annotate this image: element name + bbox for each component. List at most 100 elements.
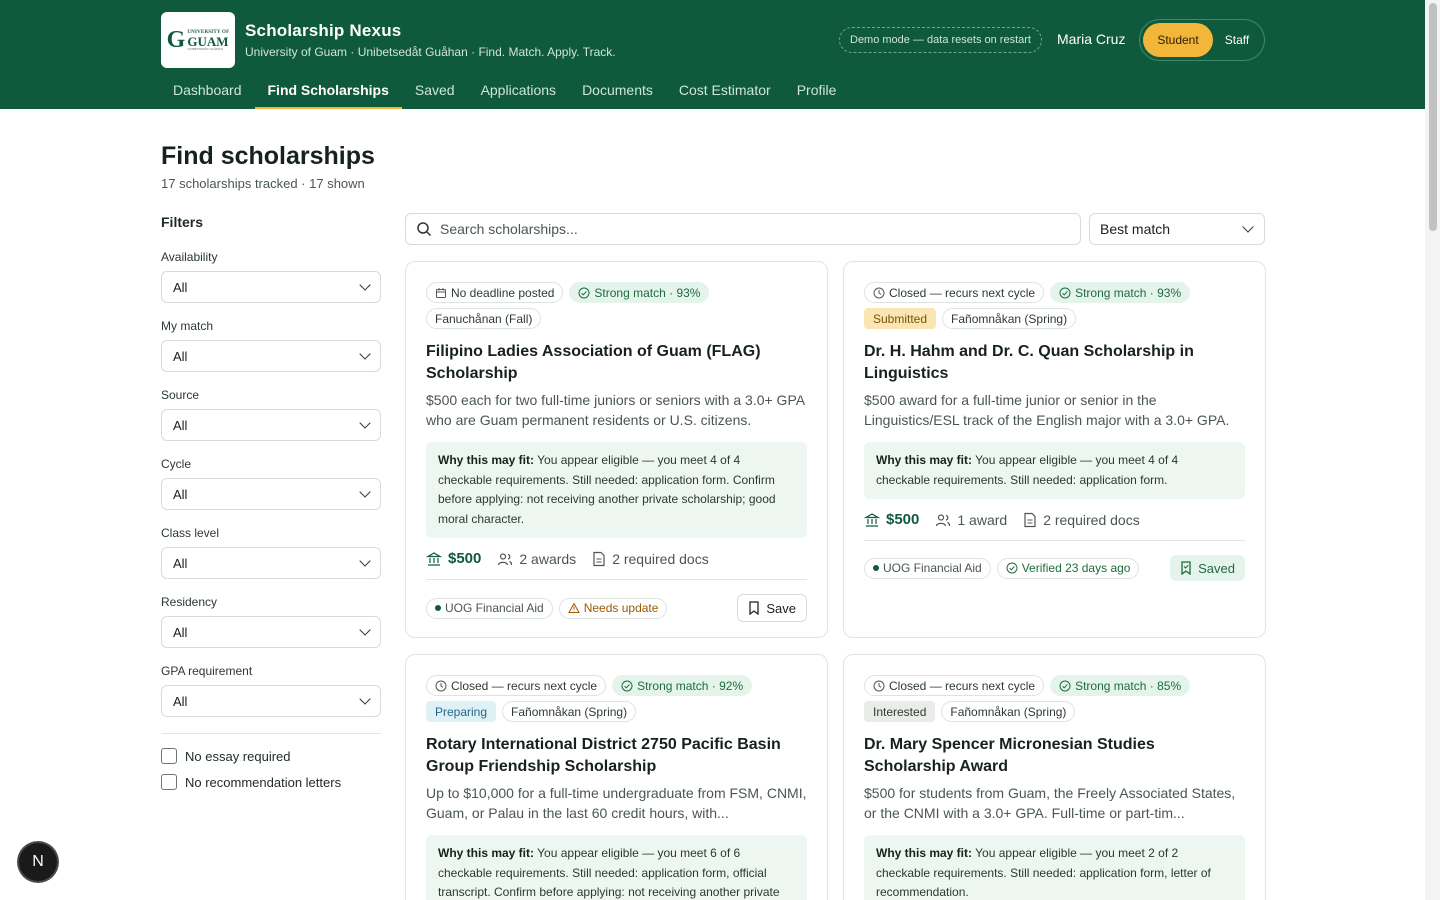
deadline-text: Closed — recurs next cycle — [889, 285, 1036, 300]
role-staff-button[interactable]: Staff — [1213, 23, 1261, 57]
bank-icon — [426, 551, 442, 566]
scholarship-description: $500 each for two full-time juniors or s… — [426, 392, 805, 428]
university-logo[interactable]: G UNIVERSITY OF GUAM UNIBETSEDÅT GUÅHAN — [161, 12, 235, 68]
nav-dashboard[interactable]: Dashboard — [160, 70, 255, 109]
search-input[interactable]: Search scholarships... — [405, 213, 1081, 245]
nav-saved[interactable]: Saved — [402, 70, 468, 109]
filter-divider — [161, 733, 381, 734]
deadline-badge: Closed — recurs next cycle — [426, 675, 607, 696]
select-value: All — [173, 693, 188, 709]
gpa-select[interactable]: All — [161, 685, 381, 717]
why-fit-box: Why this may fit: You appear eligible — … — [864, 442, 1245, 499]
scholarship-card[interactable]: Closed — recurs next cycle Strong match … — [405, 654, 828, 900]
awards-value: 2 awards — [519, 550, 577, 567]
match-badge: Strong match · 92% — [612, 675, 753, 696]
app-title: Scholarship Nexus — [245, 21, 402, 40]
filters-panel: Filters Availability All My match All So… — [161, 214, 381, 800]
cycle-badge: Fañomnåkan (Spring) — [942, 308, 1077, 329]
card-tags: No deadline posted Strong match · 93% — [426, 282, 807, 303]
scholarship-card[interactable]: No deadline posted Strong match · 93% Fa… — [405, 261, 828, 638]
source-text: UOG Financial Aid — [883, 561, 982, 575]
check-circle-icon — [1059, 287, 1071, 298]
scholarship-title[interactable]: Rotary International District 2750 Pacif… — [426, 734, 807, 778]
chevron-down-icon — [359, 486, 371, 498]
scholarship-title[interactable]: Dr. Mary Spencer Micronesian Studies Sch… — [864, 734, 1245, 778]
bookmark-icon — [749, 601, 760, 615]
role-student-button[interactable]: Student — [1143, 23, 1213, 57]
nav-applications[interactable]: Applications — [468, 70, 570, 109]
filter-availability: Availability All — [161, 250, 381, 303]
card-tags-2: Submitted Fañomnåkan (Spring) — [864, 308, 1245, 329]
app-subtitle: University of Guam · Unibetsedåt Guåhan … — [245, 45, 616, 59]
saved-button[interactable]: Saved — [1170, 555, 1245, 581]
card-tags: Closed — recurs next cycle Strong match … — [864, 675, 1245, 696]
nav-documents[interactable]: Documents — [569, 70, 666, 109]
docs-stat: 2 required docs — [592, 551, 709, 567]
select-value: All — [173, 417, 188, 433]
source-select[interactable]: All — [161, 409, 381, 441]
filter-gpa: GPA requirement All — [161, 664, 381, 717]
scholarship-description: Up to $10,000 for a full-time undergradu… — [426, 785, 807, 821]
scholarship-card[interactable]: Closed — recurs next cycle Strong match … — [843, 261, 1266, 638]
sort-select[interactable]: Best match — [1089, 213, 1265, 245]
clock-icon — [873, 680, 885, 691]
dev-tools-button[interactable]: N — [19, 843, 57, 881]
check-circle-icon — [578, 287, 590, 298]
availability-select[interactable]: All — [161, 271, 381, 303]
scholarship-title[interactable]: Filipino Ladies Association of Guam (FLA… — [426, 341, 807, 385]
check-circle-icon — [621, 680, 633, 691]
why-fit-label: Why this may fit: — [438, 453, 535, 467]
no-recommendation-option[interactable]: No recommendation letters — [161, 774, 381, 790]
source-dot-icon — [435, 605, 441, 611]
docs-value: 2 required docs — [612, 550, 709, 567]
why-fit-label: Why this may fit: — [876, 846, 973, 860]
card-tags-2: Fanuchånan (Fall) — [426, 308, 807, 329]
nav-profile[interactable]: Profile — [784, 70, 850, 109]
select-value: All — [173, 348, 188, 364]
my-match-select[interactable]: All — [161, 340, 381, 372]
chevron-down-icon — [359, 624, 371, 636]
chevron-down-icon — [359, 279, 371, 291]
save-button[interactable]: Save — [737, 594, 807, 622]
document-icon — [593, 551, 605, 566]
card-tags: Closed — recurs next cycle Strong match … — [426, 675, 807, 696]
cycle-badge: Fañomnåkan (Spring) — [941, 701, 1076, 722]
select-value: All — [173, 279, 188, 295]
user-name[interactable]: Maria Cruz — [1057, 31, 1125, 47]
page-scrollbar[interactable] — [1425, 0, 1440, 900]
clock-icon — [435, 680, 447, 691]
card-tags: Closed — recurs next cycle Strong match … — [864, 282, 1245, 303]
scholarship-description: $500 for students from Guam, the Freely … — [864, 785, 1236, 821]
checkbox-label: No recommendation letters — [185, 774, 342, 790]
no-recommendation-checkbox[interactable] — [161, 774, 177, 790]
scholarship-title[interactable]: Dr. H. Hahm and Dr. C. Quan Scholarship … — [864, 341, 1245, 385]
residency-select[interactable]: All — [161, 616, 381, 648]
no-essay-option[interactable]: No essay required — [161, 748, 381, 764]
filter-class-level: Class level All — [161, 526, 381, 579]
filter-label: Cycle — [161, 457, 192, 471]
deadline-text: No deadline posted — [451, 285, 555, 300]
nav-find-scholarships[interactable]: Find Scholarships — [254, 70, 403, 109]
source-badge: UOG Financial Aid — [864, 557, 991, 579]
scholarship-card[interactable]: Closed — recurs next cycle Strong match … — [843, 654, 1266, 900]
nav-cost-estimator[interactable]: Cost Estimator — [666, 70, 784, 109]
match-text: Strong match · 93% — [594, 285, 701, 300]
match-badge: Strong match · 85% — [1050, 675, 1191, 696]
sort-value: Best match — [1100, 221, 1171, 237]
freshness-text: Needs update — [583, 601, 659, 615]
why-fit-label: Why this may fit: — [438, 846, 535, 860]
logo-line3: UNIBETSEDÅT GUÅHAN — [187, 46, 223, 51]
source-badge: UOG Financial Aid — [426, 597, 553, 619]
select-value: All — [173, 486, 188, 502]
scrollbar-thumb[interactable] — [1429, 3, 1437, 231]
match-badge: Strong match · 93% — [569, 282, 710, 303]
source-dot-icon — [873, 565, 879, 571]
filter-cycle: Cycle All — [161, 457, 381, 510]
scholarship-count: 17 scholarships tracked · 17 shown — [161, 176, 365, 191]
cycle-select[interactable]: All — [161, 478, 381, 510]
class-level-select[interactable]: All — [161, 547, 381, 579]
no-essay-checkbox[interactable] — [161, 748, 177, 764]
page-title: Find scholarships — [161, 142, 375, 170]
calendar-icon — [436, 287, 446, 298]
cycle-badge: Fanuchånan (Fall) — [426, 308, 542, 329]
